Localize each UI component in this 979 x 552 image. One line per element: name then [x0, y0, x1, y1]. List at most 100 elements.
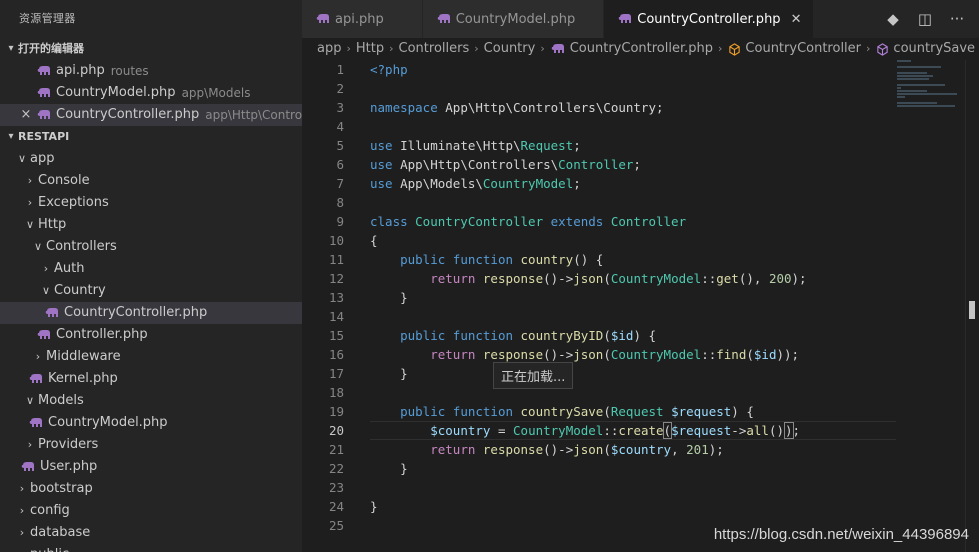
line-number: 12 — [328, 271, 344, 286]
tree-folder-config[interactable]: › config — [0, 500, 302, 522]
tree-folder-console[interactable]: › Console — [0, 170, 302, 192]
more-actions-icon[interactable]: ··· — [941, 10, 973, 28]
tab-countrymodel[interactable]: CountryModel.php — [422, 0, 605, 38]
close-icon[interactable]: × — [16, 104, 36, 126]
chevron-right-icon: › — [866, 42, 871, 55]
tree-folder-models[interactable]: ∨ Models — [0, 390, 302, 412]
chevron-down-icon: ∨ — [17, 152, 27, 165]
code-token: find — [716, 347, 747, 362]
breadcrumb-item[interactable]: Country — [484, 38, 536, 60]
breadcrumb-item[interactable]: countrySave — [893, 38, 975, 60]
code-line[interactable] — [370, 79, 895, 98]
line-number: 18 — [328, 385, 344, 400]
code-line[interactable]: } — [370, 497, 895, 516]
close-icon[interactable]: ✕ — [791, 12, 802, 27]
tree-file-countrycontroller[interactable]: CountryController.php — [0, 302, 302, 324]
breadcrumb-item[interactable]: Http — [356, 38, 384, 60]
code-line[interactable]: } — [370, 459, 895, 478]
line-number: 11 — [328, 252, 344, 267]
project-header[interactable]: ▾ RESTAPI — [0, 126, 302, 148]
code-line-current[interactable]: $country = CountryModel::create($request… — [370, 421, 895, 440]
vertical-scrollbar[interactable] — [965, 60, 979, 552]
editor-actions: ◆ ◫ ··· — [877, 0, 979, 38]
code-line[interactable]: public function country() { — [370, 250, 895, 269]
tab-label: CountryController.php — [637, 11, 781, 27]
chevron-down-icon: ∨ — [33, 240, 43, 253]
tree-folder-bootstrap[interactable]: › bootstrap — [0, 478, 302, 500]
breadcrumb-item[interactable]: CountryController.php — [570, 38, 713, 60]
tree-file-countrymodel[interactable]: CountryModel.php — [0, 412, 302, 434]
open-editor-item-countrymodel[interactable]: CountryModel.php app\Models — [0, 82, 302, 104]
code-editor[interactable]: 1 2 3 4 5 6 7 8 9 10 11 12 13 14 15 16 1… — [302, 60, 979, 552]
tree-folder-http[interactable]: ∨ Http — [0, 214, 302, 236]
code-token: Controller — [610, 214, 687, 229]
tree-label: database — [30, 525, 91, 540]
tree-label: CountryModel.php — [48, 415, 168, 430]
tree-label: config — [30, 503, 70, 518]
code-token: :: — [701, 347, 717, 362]
code-line[interactable] — [370, 478, 895, 497]
code-line[interactable]: namespace App\Http\Controllers\Country; — [370, 98, 895, 117]
code-line[interactable]: return response()->json($country, 201); — [370, 440, 895, 459]
code-line[interactable]: return response()->json(CountryModel::fi… — [370, 345, 895, 364]
code-token: CountryModel — [610, 347, 702, 362]
code-line[interactable]: <?php — [370, 60, 895, 79]
line-number: 7 — [336, 176, 344, 191]
code-line[interactable]: } — [370, 288, 895, 307]
tab-bar: api.php CountryModel.php CountryControll… — [302, 0, 979, 38]
code-token: response — [482, 347, 544, 362]
scrollbar-thumb[interactable] — [969, 301, 975, 319]
tree-folder-auth[interactable]: › Auth — [0, 258, 302, 280]
code-token: get — [716, 271, 739, 286]
chevron-right-icon: › — [27, 438, 33, 451]
open-editors-header[interactable]: ▾ 打开的编辑器 — [0, 38, 302, 60]
minimap[interactable] — [897, 60, 965, 120]
open-editor-item-countrycontroller[interactable]: × CountryController.php app\Http\Control… — [0, 104, 302, 126]
code-line[interactable]: class CountryController extends Controll… — [370, 212, 895, 231]
tree-folder-app[interactable]: ∨ app — [0, 148, 302, 170]
chevron-right-icon: › — [27, 174, 33, 187]
chevron-down-icon: ▾ — [8, 131, 14, 142]
code-line[interactable] — [370, 383, 895, 402]
code-line[interactable] — [370, 117, 895, 136]
tree-folder-country[interactable]: ∨ Country — [0, 280, 302, 302]
code-token: Illuminate\Http\ — [400, 138, 521, 153]
tree-label: Http — [38, 217, 67, 232]
chevron-right-icon: › — [474, 42, 479, 55]
tab-countrycontroller[interactable]: CountryController.php ✕ — [604, 0, 815, 38]
tree-folder-providers[interactable]: › Providers — [0, 434, 302, 456]
tab-api[interactable]: api.php — [302, 0, 423, 38]
breadcrumb-item[interactable]: CountryController — [745, 38, 861, 60]
breadcrumb-item[interactable]: app — [317, 38, 341, 60]
open-editor-name: CountryController.php — [56, 107, 200, 122]
code-line[interactable]: use App\Http\Controllers\Controller; — [370, 155, 895, 174]
tree-folder-controllers[interactable]: ∨ Controllers — [0, 236, 302, 258]
tree-folder-public[interactable]: › public — [0, 544, 302, 552]
split-editor-icon[interactable]: ◫ — [909, 10, 941, 28]
breadcrumb-item[interactable]: Controllers — [399, 38, 470, 60]
tree-folder-exceptions[interactable]: › Exceptions — [0, 192, 302, 214]
git-compare-icon[interactable]: ◆ — [877, 10, 909, 28]
code-line[interactable]: } — [370, 364, 895, 383]
line-number: 10 — [328, 233, 344, 248]
tree-file-kernel[interactable]: Kernel.php — [0, 368, 302, 390]
code-line[interactable]: return response()->json(CountryModel::ge… — [370, 269, 895, 288]
code-line[interactable]: use Illuminate\Http\Request; — [370, 136, 895, 155]
code-lines[interactable]: <?php namespace App\Http\Controllers\Coun… — [370, 60, 895, 535]
tree-file-controller[interactable]: Controller.php — [0, 324, 302, 346]
code-line[interactable]: use App\Models\CountryModel; — [370, 174, 895, 193]
code-line[interactable]: public function countryByID($id) { — [370, 326, 895, 345]
line-number-current: 20 — [328, 423, 344, 438]
tree-folder-middleware[interactable]: › Middleware — [0, 346, 302, 368]
code-line[interactable]: { — [370, 231, 895, 250]
elephant-icon — [36, 64, 52, 78]
code-line[interactable] — [370, 307, 895, 326]
tree-folder-database[interactable]: › database — [0, 522, 302, 544]
line-number: 25 — [328, 518, 344, 533]
open-editor-item-api[interactable]: api.php routes — [0, 60, 302, 82]
tree-file-user[interactable]: User.php — [0, 456, 302, 478]
code-token: $request — [671, 423, 732, 438]
code-line[interactable] — [370, 193, 895, 212]
code-line[interactable]: public function countrySave(Request $req… — [370, 402, 895, 421]
code-token: } — [370, 461, 408, 476]
